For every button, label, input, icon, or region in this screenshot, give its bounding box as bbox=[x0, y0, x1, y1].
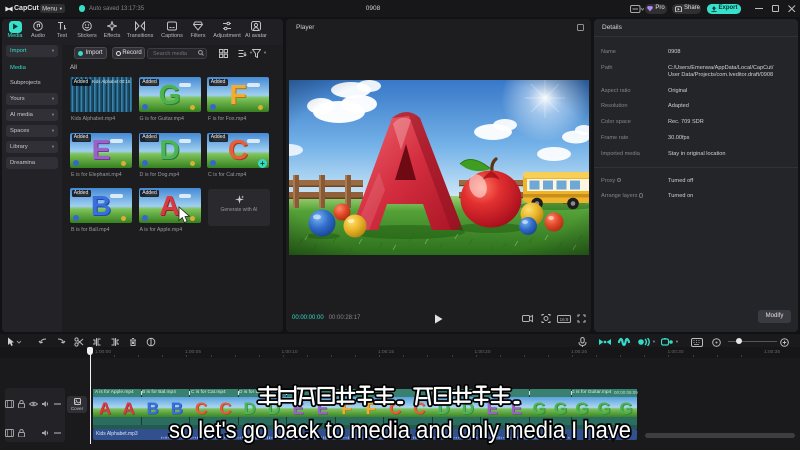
svg-text:so let's go back to media and: so let's go back to media and only media… bbox=[169, 417, 631, 444]
